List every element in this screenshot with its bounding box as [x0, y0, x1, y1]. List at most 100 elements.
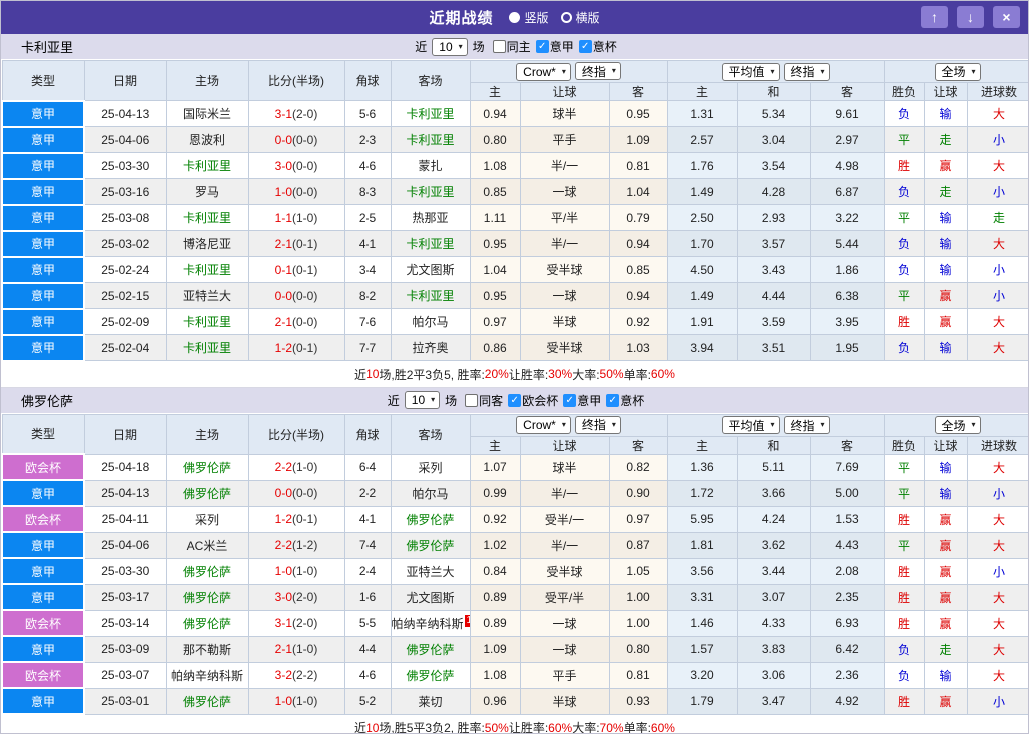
ah-away-odds: 1.03	[608, 334, 668, 361]
scroll-down-button[interactable]: ↓	[957, 6, 984, 28]
corners-cell: 4-6	[343, 661, 392, 689]
date-cell: 25-03-09	[83, 635, 167, 663]
euro-home-odds: 3.94	[666, 334, 738, 361]
handicap-result-cell: 走	[923, 126, 968, 153]
filter-unit-label: 场	[445, 393, 458, 408]
league-cell: 欧会杯	[1, 453, 85, 481]
recent-count-select[interactable]: 10 ▾	[404, 391, 441, 409]
handicap-result-cell: 输	[923, 453, 968, 481]
select-value: 全场	[941, 418, 966, 433]
corners-cell: 5-6	[343, 100, 392, 127]
result-cell: 平	[883, 126, 925, 153]
away-team-name: 卡利亚里	[406, 237, 455, 251]
score-cell: 1-1(1-0)	[247, 204, 345, 231]
odds-company-select[interactable]: Crow* ▾	[516, 416, 571, 435]
ah-home-odds: 0.94	[469, 100, 521, 127]
ah-home-odds: 0.86	[469, 334, 521, 361]
handicap-cell: 平手	[519, 126, 610, 153]
odds-period-select[interactable]: 终指 ▾	[574, 415, 621, 434]
summary-row: 近 10 场,胜5平3负2, 胜率: 50% 让胜率: 60% 大率: 70% 单率: 60…	[1, 715, 1028, 734]
half-time-score: (0-0)	[292, 288, 318, 303]
away-team-name: 采列	[418, 460, 443, 475]
ah-away-odds: 1.09	[608, 126, 668, 153]
date-cell: 25-04-11	[83, 505, 167, 533]
score-cell: 3-0(0-0)	[247, 152, 345, 179]
away-team-cell: 佛罗伦萨	[390, 531, 471, 559]
euro-company-select[interactable]: 平均值 ▾	[721, 416, 780, 434]
euro-away-odds: 1.53	[809, 505, 885, 533]
table-row: 意甲 25-03-17 佛罗伦萨 3-0(2-0) 1-6 尤文图斯 0.89 受平/半 1.0…	[1, 583, 1028, 611]
handicap-cell: 半/一	[519, 152, 610, 179]
recent-count-select[interactable]: 10 ▾	[432, 37, 468, 56]
table-row: 欧会杯 25-04-18 佛罗伦萨 2-2(1-0) 6-4 采列 1.07 球半 0.82 1.…	[1, 453, 1028, 481]
filter-checkbox-3[interactable]: ✓	[563, 393, 577, 407]
goals-result-cell: 小	[966, 557, 1028, 585]
euro-draw-odds: 2.93	[736, 204, 811, 231]
filter-checkbox-4[interactable]: ✓	[606, 393, 620, 407]
result-cell: 胜	[883, 557, 925, 585]
window-controls: ↑ ↓ ×	[912, 6, 1020, 28]
home-team-cell: 帕纳辛纳科斯	[165, 661, 249, 689]
summary-segment: 大率:	[572, 721, 600, 734]
euro-home-odds: 4.50	[666, 256, 738, 283]
ah-away-odds: 0.93	[608, 687, 668, 715]
score-cell: 0-1(0-1)	[247, 256, 345, 283]
filter-checkbox-2[interactable]: ✓	[535, 40, 549, 53]
league-cell: 意甲	[1, 687, 85, 715]
full-time-score: 2-2	[274, 460, 292, 474]
layout-radio-1[interactable]	[509, 12, 521, 23]
half-time-score: (0-0)	[292, 184, 318, 199]
close-button[interactable]: ×	[993, 6, 1020, 28]
scroll-up-button[interactable]: ↑	[921, 6, 948, 28]
select-value: Crow*	[523, 64, 556, 79]
away-team-name: 蒙扎	[418, 159, 443, 173]
goals-result-cell: 走	[966, 204, 1028, 231]
filter-controls: 近 10 ▾ 场同客 ✓ 欧会杯 ✓ 意甲 ✓ 意杯	[1, 391, 1028, 409]
column-header: 角球	[343, 60, 392, 101]
result-cell: 胜	[883, 505, 925, 533]
euro-home-odds: 1.81	[666, 531, 738, 559]
scope-group: 全场 ▾	[883, 413, 1028, 437]
euro-company-select[interactable]: 平均值 ▾	[721, 62, 780, 81]
full-time-score: 1-2	[274, 340, 292, 355]
away-team-cell: 帕尔马	[390, 479, 471, 507]
filter-checkbox-1[interactable]	[465, 393, 479, 407]
ah-away-odds: 0.81	[608, 661, 668, 689]
odds-company-select[interactable]: Crow* ▾	[516, 62, 571, 81]
filter-checkbox-2[interactable]: ✓	[508, 393, 522, 407]
euro-draw-odds: 3.57	[736, 230, 811, 257]
column-header: 日期	[83, 413, 167, 455]
filter-checkbox-label: 同主	[506, 40, 531, 54]
full-time-score: 0-0	[274, 132, 292, 147]
sub-column-header: 主	[666, 82, 738, 101]
recent-results-window: 近期战绩 竖版 横版 ↑ ↓ × 卡利亚里近 10 ▾ 场同主 ✓ 意甲 ✓ 意杯 类型 日期 主场比…	[0, 0, 1029, 734]
full-time-score: 2-1	[274, 236, 292, 251]
date-cell: 25-04-13	[83, 479, 167, 507]
handicap-cell: 一球	[519, 609, 610, 637]
euro-period-select[interactable]: 终指 ▾	[783, 62, 830, 81]
full-time-score: 2-2	[274, 538, 292, 552]
ah-away-odds: 0.82	[608, 453, 668, 481]
odds-period-select[interactable]: 终指 ▾	[574, 62, 621, 81]
filter-checkbox-1[interactable]	[492, 40, 506, 53]
date-cell: 25-03-30	[83, 557, 167, 585]
league-cell: 意甲	[1, 203, 85, 232]
league-cell: 意甲	[1, 635, 85, 663]
euro-period-select[interactable]: 终指 ▾	[783, 416, 830, 434]
ah-away-odds: 1.05	[608, 557, 668, 585]
scope-select[interactable]: 全场 ▾	[934, 62, 981, 81]
scope-select[interactable]: 全场 ▾	[934, 416, 981, 434]
euro-home-odds: 1.49	[666, 178, 738, 205]
handicap-cell: 一球	[519, 282, 610, 309]
goals-result-cell: 大	[966, 505, 1028, 533]
euro-home-odds: 3.20	[666, 661, 738, 689]
euro-draw-odds: 3.04	[736, 126, 811, 153]
date-cell: 25-04-13	[83, 100, 167, 127]
date-cell: 25-03-14	[83, 609, 167, 637]
filter-checkbox-3[interactable]: ✓	[578, 40, 592, 53]
date-cell: 25-04-06	[83, 531, 167, 559]
full-time-score: 1-1	[274, 210, 292, 225]
table-row: 欧会杯25-03-14佛罗伦萨3-1(2-0)5-5帕纳辛纳科斯10.89一球1…	[1, 609, 1028, 637]
layout-radio-2[interactable]	[560, 12, 572, 23]
handicap-result-cell: 输	[923, 204, 968, 231]
